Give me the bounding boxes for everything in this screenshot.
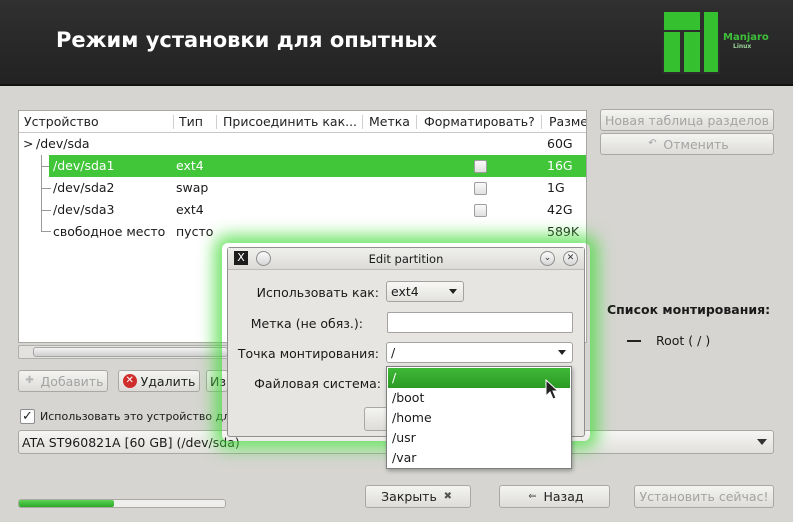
table-row[interactable]: /dev/sda2 swap 1G (19, 177, 586, 199)
row-device: /dev/sda3 (53, 202, 115, 217)
label-input[interactable] (387, 312, 573, 333)
chevron-down-icon (757, 439, 767, 445)
table-row[interactable]: свободное место пусто 589K (19, 221, 586, 243)
manjaro-logo-icon (662, 10, 720, 74)
scrollbar-thumb[interactable] (33, 347, 228, 357)
add-button[interactable]: ✚ Добавить (18, 370, 108, 392)
mount-line-icon (627, 340, 641, 342)
logo-wordmark: Manjaro Linux (723, 32, 769, 51)
dialog-titlebar[interactable]: X Edit partition ⌄ ✕ (228, 248, 584, 270)
mouse-pointer-icon (545, 379, 559, 400)
use-device-checkbox[interactable]: ✓ (20, 409, 35, 424)
dropdown-option[interactable]: /var (388, 448, 570, 468)
row-type: пусто (176, 224, 214, 239)
format-checkbox[interactable] (474, 204, 487, 217)
install-now-button[interactable]: Установить сейчас! (634, 485, 774, 508)
undo-button[interactable]: ↶ Отменить (600, 133, 774, 155)
row-type: swap (176, 180, 209, 195)
row-size: 1G (547, 180, 565, 195)
mount-point-label: Точка монтирования: (237, 346, 379, 361)
close-icon: ✖ (443, 490, 453, 502)
row-device: свободное место (53, 224, 166, 239)
row-size: 60G (547, 136, 573, 151)
row-device: /dev/sda2 (53, 180, 115, 195)
device-select-value: ATA ST960821A [60 GB] (/dev/sda) (22, 435, 240, 450)
table-row[interactable]: /dev/sda3 ext4 42G (19, 199, 586, 221)
delete-button[interactable]: ✕ Удалить (118, 370, 200, 392)
use-device-label: Использовать это устройство дл (40, 410, 231, 423)
close-icon[interactable]: ✕ (563, 251, 578, 266)
table-row[interactable]: > /dev/sda 60G (19, 133, 586, 155)
dropdown-option[interactable]: /usr (388, 428, 570, 448)
tree-header: Устройство Тип Присоединить как... Метка… (19, 111, 586, 133)
mount-list-item: Root ( / ) (656, 333, 711, 348)
use-as-select[interactable]: ext4 (386, 281, 464, 302)
dropdown-option[interactable]: / (388, 368, 570, 388)
undo-icon: ↶ (648, 138, 657, 149)
chevron-down-icon (449, 289, 457, 294)
row-size: 42G (547, 202, 573, 217)
use-as-label: Использовать как: (256, 285, 379, 300)
header-bar: Режим установки для опытных Manjaro Linu… (0, 0, 793, 86)
row-size: 589K (547, 224, 580, 239)
minimize-icon[interactable]: ⌄ (540, 251, 555, 266)
row-size: 16G (547, 158, 573, 173)
dialog-title: Edit partition (368, 252, 444, 266)
column-mount[interactable]: Присоединить как... (223, 114, 357, 129)
back-arrow-icon: ⇐ (528, 490, 537, 502)
close-button[interactable]: Закрыть ✖ (365, 485, 471, 508)
dropdown-option[interactable]: /home (388, 408, 570, 428)
new-partition-table-button[interactable]: Новая таблица разделов (600, 109, 774, 131)
delete-icon: ✕ (122, 374, 137, 388)
column-label[interactable]: Метка (369, 114, 410, 129)
dropdown-option[interactable]: /boot (388, 388, 570, 408)
expander-icon[interactable]: > (23, 136, 33, 151)
plus-icon: ✚ (25, 375, 34, 386)
row-device: /dev/sda1 (53, 158, 115, 173)
page-title: Режим установки для опытных (56, 28, 437, 52)
progress-fill (19, 500, 114, 507)
row-type: ext4 (176, 158, 204, 173)
row-type: ext4 (176, 202, 204, 217)
mount-point-combo[interactable]: / (386, 342, 573, 363)
row-device: /dev/sda (36, 136, 90, 151)
column-type[interactable]: Тип (179, 114, 203, 129)
column-device[interactable]: Устройство (24, 114, 99, 129)
column-size[interactable]: Разме (549, 114, 586, 129)
chevron-down-icon (558, 350, 566, 355)
horizontal-scrollbar[interactable] (18, 345, 229, 359)
column-format[interactable]: Форматировать? (424, 114, 535, 129)
label-field-label: Метка (не обяз.): (250, 316, 363, 331)
progress-bar (18, 499, 226, 508)
format-checkbox[interactable] (474, 182, 487, 195)
back-button[interactable]: ⇐ Назад (499, 485, 610, 508)
filesystem-label: Файловая система: (254, 376, 381, 391)
format-checkbox[interactable] (474, 160, 487, 173)
table-row[interactable]: /dev/sda1 ext4 16G (49, 155, 586, 177)
mount-list-title: Список монтирования: (607, 302, 771, 317)
